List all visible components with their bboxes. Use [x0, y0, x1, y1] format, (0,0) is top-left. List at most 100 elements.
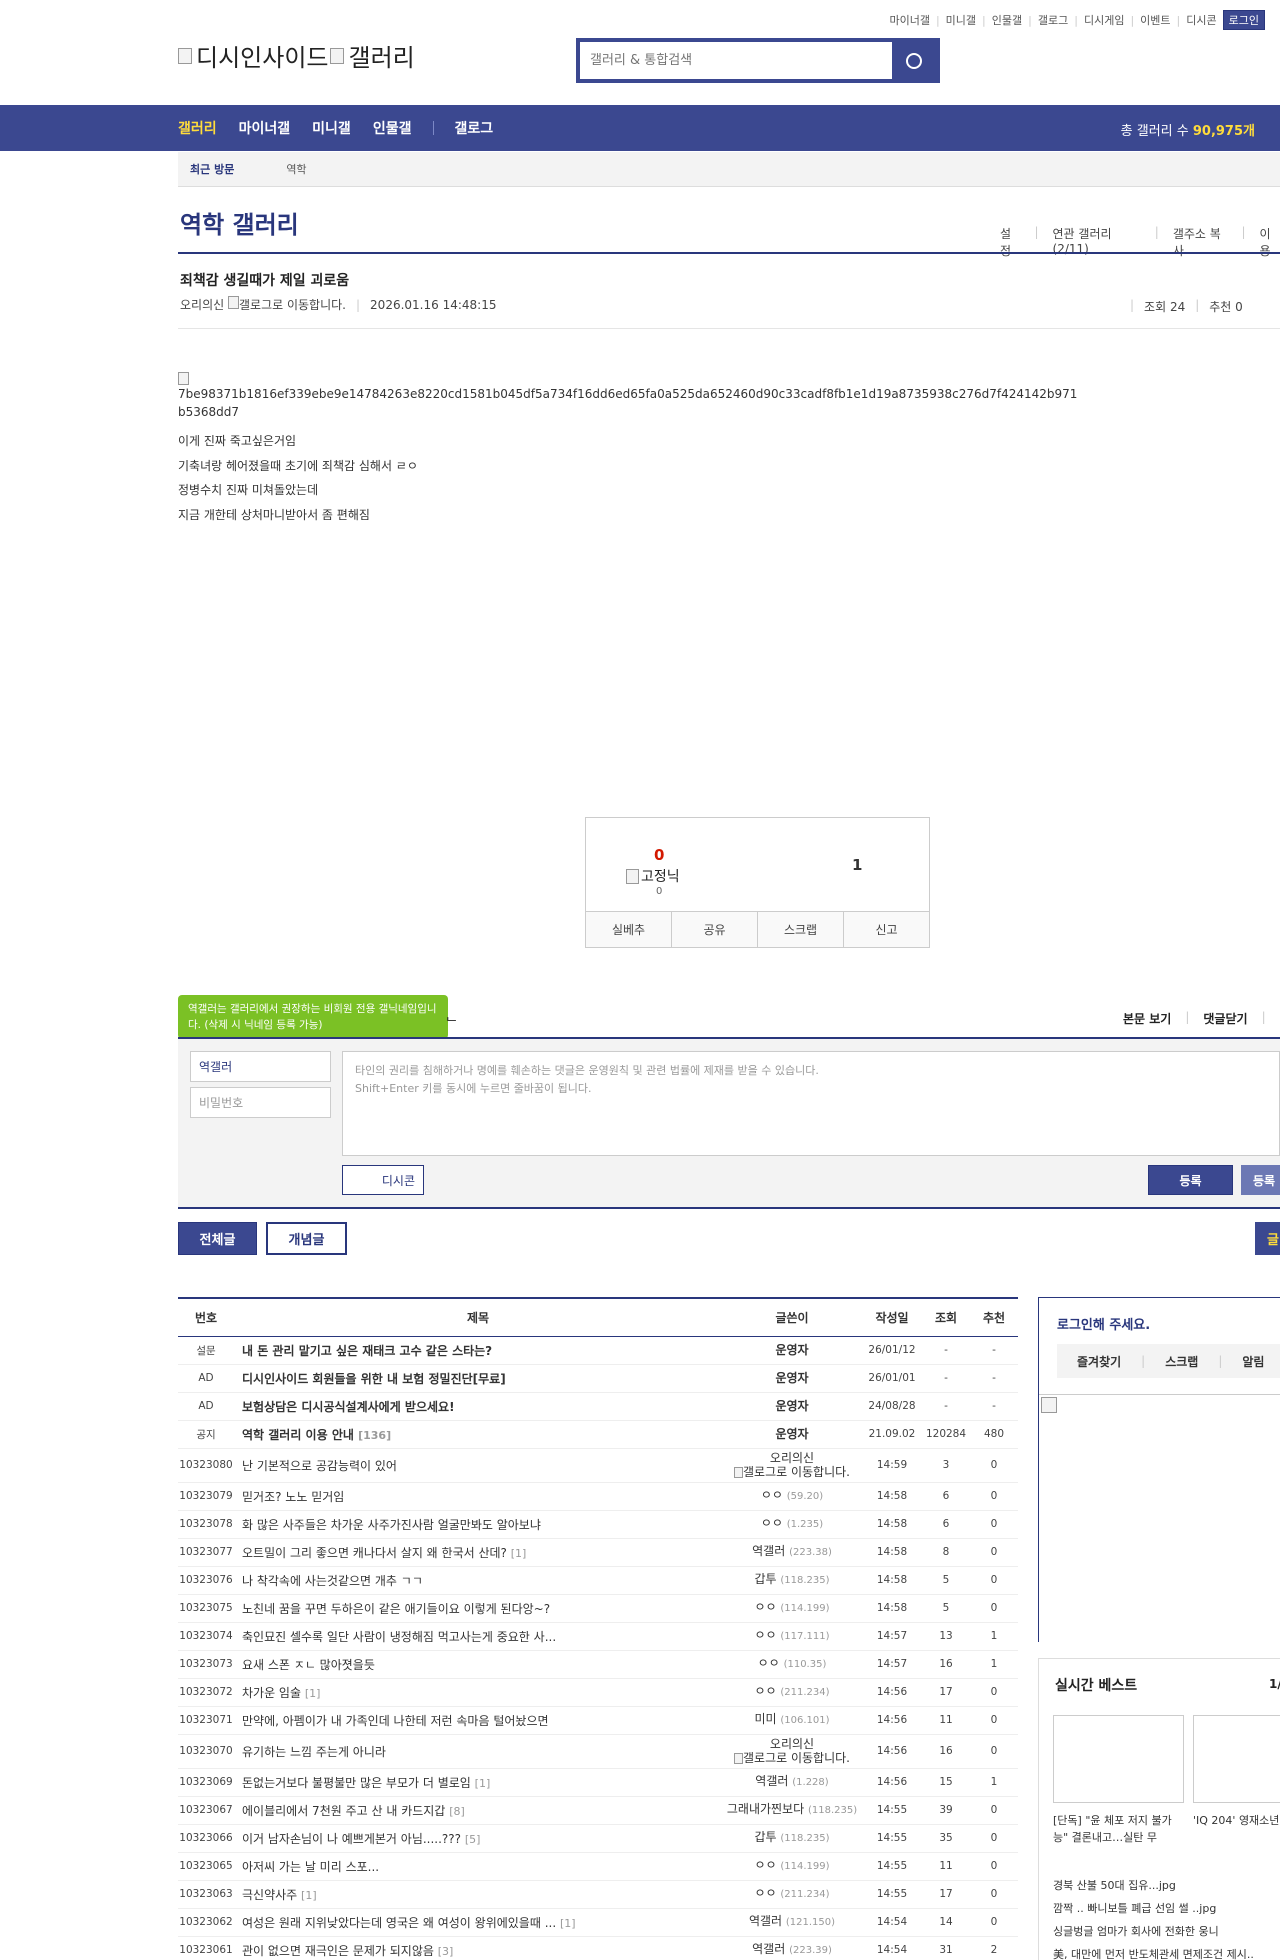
ad-banner[interactable] [1039, 1394, 1280, 1643]
post-subject[interactable]: 노친네 꿈을 꾸면 두하은이 같은 애기들이요 이렇게 된다앙~? [234, 1594, 722, 1623]
post-subject[interactable]: 요새 스폰 ㅈㄴ 많아졋을듯 [234, 1650, 722, 1679]
nav-mini[interactable]: 미니갤 [312, 118, 351, 138]
post-subject[interactable]: 믿거조? 노노 믿거임 [234, 1482, 722, 1511]
password-field[interactable]: 비밀번호 [190, 1087, 331, 1118]
post-subject[interactable]: 차가운 임술 [1] [234, 1678, 722, 1707]
post-image[interactable]: 7be98371b1816ef339ebe9e14784263e8220cd15… [178, 372, 1078, 421]
post-subject[interactable]: 난 기본적으로 공감능력이 있어 [234, 1448, 722, 1483]
scrap-button[interactable]: 스크랩 [758, 912, 844, 947]
search-button[interactable] [892, 42, 936, 79]
top-link-person[interactable]: 인물갤 [992, 12, 1022, 28]
nickname-field[interactable]: 역갤러 [190, 1051, 331, 1082]
register-with-dccon-button[interactable]: 등록 [1241, 1165, 1280, 1195]
post-subject[interactable]: 여성은 원래 지위낮았다는데 영국은 왜 여성이 왕위에있을때 ... [1] [234, 1908, 722, 1937]
post-writer[interactable]: 오리의신 갤로그로 이동합니다. [722, 1734, 862, 1769]
dccon-button[interactable]: 디시콘 [342, 1165, 424, 1195]
post-writer[interactable]: ㅇㅇ (59.20) [722, 1482, 862, 1511]
login-button[interactable]: 로그인 [1222, 10, 1265, 30]
best-list-item[interactable]: 경북 산불 50대 집유...jpg [1053, 1877, 1280, 1893]
table-row[interactable]: 10323078 화 많은 사주들은 차가운 사주가진사람 얼굴만봐도 알아보냐 ㅇ… [178, 1510, 1018, 1539]
post-writer[interactable]: 역갤러 (121.150) [722, 1908, 862, 1937]
post-subject[interactable]: 아저씨 가는 날 미리 스포... [234, 1852, 722, 1881]
tab-all-posts[interactable]: 전체글 [178, 1222, 257, 1255]
nav-person[interactable]: 인물갤 [373, 118, 412, 138]
post-writer[interactable]: 운영자 [722, 1364, 862, 1393]
table-row[interactable]: 10323073 요새 스폰 ㅈㄴ 많아졋을듯 ㅇㅇ (110.35) 14:57 16… [178, 1650, 1018, 1679]
post-writer[interactable]: ㅇㅇ (114.199) [722, 1594, 862, 1623]
reply-count[interactable]: [1] [305, 1687, 321, 1700]
write-button[interactable]: 글 [1255, 1222, 1280, 1255]
reply-count[interactable]: [3] [438, 1945, 454, 1958]
reply-count[interactable]: [5] [465, 1833, 481, 1846]
table-row[interactable]: 10323062 여성은 원래 지위낮았다는데 영국은 왜 여성이 왕위에있을때 … [178, 1908, 1018, 1937]
post-writer[interactable]: 운영자 [722, 1336, 862, 1365]
post-subject[interactable]: 관이 없으면 재극인은 문제가 되지않음 [3] [234, 1936, 722, 1960]
table-row[interactable]: 10323077 오트밀이 그리 좋으면 캐나다서 살지 왜 한국서 산데? [1… [178, 1538, 1018, 1567]
favorites-link[interactable]: 즐겨찾기 [1057, 1353, 1141, 1370]
recent-visit-label[interactable]: 최근 방문 [178, 161, 246, 177]
top-link-dccon[interactable]: 디시콘 [1186, 12, 1216, 28]
table-row[interactable]: 10323066 이거 남자손님이 나 예쁘게본거 아님.....??? [5] 갑… [178, 1824, 1018, 1853]
table-row[interactable]: 10323061 관이 없으면 재극인은 문제가 되지않음 [3] 역갤러 (223… [178, 1936, 1018, 1960]
recent-visit-item[interactable]: 역학 [246, 161, 306, 177]
nav-minor[interactable]: 마이너갤 [239, 118, 291, 138]
post-subject[interactable]: 에이블리에서 7천원 주고 산 내 카드지갑 [8] [234, 1796, 722, 1825]
top-link-minor[interactable]: 마이너갤 [889, 12, 929, 28]
reply-count[interactable]: [1] [475, 1777, 491, 1790]
post-subject[interactable]: 보험상담은 디시공식설계사에게 받으세요! [234, 1392, 722, 1421]
table-row[interactable]: 설문 내 돈 관리 맡기고 싶은 재태크 고수 같은 스타는? 운영자 26/01/1… [178, 1336, 1018, 1365]
post-subject[interactable]: 오트밀이 그리 좋으면 캐나다서 살지 왜 한국서 산데? [1] [234, 1538, 722, 1567]
report-button[interactable]: 신고 [844, 912, 929, 947]
top-link-mini[interactable]: 미니갤 [946, 12, 976, 28]
recommend-down-count[interactable]: 1 [852, 856, 862, 874]
table-row[interactable]: 공지 역학 갤러리 이용 안내 [136] 운영자 21.09.02 120284 480 [178, 1420, 1018, 1449]
post-subject[interactable]: 내 돈 관리 맡기고 싶은 재태크 고수 같은 스타는? [234, 1336, 722, 1365]
comment-textarea[interactable]: 타인의 권리를 침해하거나 명예를 훼손하는 댓글은 운영원칙 및 관련 법률에… [342, 1051, 1280, 1156]
post-subject[interactable]: 역학 갤러리 이용 안내 [136] [234, 1420, 722, 1449]
best-list-item[interactable]: 美, 대만에 먼저 반도체관세 면제조건 제시.. [1053, 1946, 1280, 1960]
close-comments-link[interactable]: 댓글닫기 [1203, 1010, 1247, 1027]
post-subject[interactable]: 화 많은 사주들은 차가운 사주가진사람 얼굴만봐도 알아보냐 [234, 1510, 722, 1539]
best-thumbnail[interactable] [1053, 1715, 1184, 1803]
post-writer[interactable]: 미미 (106.101) [722, 1706, 862, 1735]
post-writer[interactable]: 역갤러 (223.39) [722, 1936, 862, 1960]
gallery-title[interactable]: 역학 갤러리 [180, 205, 299, 240]
table-row[interactable]: 10323075 노친네 꿈을 꾸면 두하은이 같은 애기들이요 이렇게 된다앙~… [178, 1594, 1018, 1623]
table-row[interactable]: 10323071 만약에, 아펨이가 내 가족인데 나한테 저런 속마음 털어놨으… [178, 1706, 1018, 1735]
post-writer[interactable]: ㅇㅇ (110.35) [722, 1650, 862, 1679]
table-row[interactable]: 10323072 차가운 임술 [1] ㅇㅇ (211.234) 14:56 17 0 [178, 1678, 1018, 1707]
scrap-link[interactable]: 스크랩 [1145, 1353, 1218, 1370]
post-writer[interactable]: ㅇㅇ (211.234) [722, 1880, 862, 1909]
table-row[interactable]: 10323065 아저씨 가는 날 미리 스포... ㅇㅇ (114.199) 14:… [178, 1852, 1018, 1881]
post-author[interactable]: 오리의신 갤로그로 이동합니다. [180, 296, 346, 313]
table-row[interactable]: AD 디시인사이드 회원들을 위한 내 보험 정밀진단[무료] 운영자 26/01/0… [178, 1364, 1018, 1393]
post-subject[interactable]: 돈없는거보다 불평불만 많은 부모가 더 별로임 [1] [234, 1768, 722, 1797]
best-caption[interactable]: 'IQ 204' 영재소년 "주저앉아 울었다 [1193, 1812, 1280, 1829]
best-caption[interactable]: [단독] "윤 체포 저지 불가능" 결론내고…실탄 무 [1053, 1812, 1184, 1846]
post-subject[interactable]: 이거 남자손님이 나 예쁘게본거 아님.....??? [5] [234, 1824, 722, 1853]
post-writer[interactable]: ㅇㅇ (1.235) [722, 1510, 862, 1539]
top-link-gallog[interactable]: 갤로그 [1038, 12, 1068, 28]
reply-count[interactable]: [8] [449, 1805, 465, 1818]
top-link-event[interactable]: 이벤트 [1140, 12, 1170, 28]
post-writer[interactable]: 그래내가찐보다 (118.235) [722, 1796, 862, 1825]
table-row[interactable]: 10323076 나 착각속에 사는것같으면 개추 ㄱㄱ 갑투 (118.235) 1… [178, 1566, 1018, 1595]
table-row[interactable]: 10323070 유기하는 느낌 주는게 아니라 오리의신 갤로그로 이동합니다. 14… [178, 1734, 1018, 1769]
table-row[interactable]: AD 보험상담은 디시공식설계사에게 받으세요! 운영자 24/08/28- - [178, 1392, 1018, 1421]
best-list-item[interactable]: 싱글벙글 엄마가 회사에 전화한 웅니 [1053, 1923, 1280, 1939]
post-writer[interactable]: 역갤러 (223.38) [722, 1538, 862, 1567]
reply-count[interactable]: [136] [358, 1429, 391, 1442]
table-row[interactable]: 10323079 믿거조? 노노 믿거임 ㅇㅇ (59.20) 14:58 6 0 [178, 1482, 1018, 1511]
search-input[interactable] [580, 42, 892, 79]
share-button[interactable]: 공유 [672, 912, 758, 947]
nav-gallog[interactable]: 갤로그 [454, 118, 493, 138]
best-recommend-button[interactable]: 실베추 [586, 912, 672, 947]
post-writer[interactable]: ㅇㅇ (117.111) [722, 1622, 862, 1651]
notification-link[interactable]: 알림 [1222, 1353, 1280, 1370]
tab-concept-posts[interactable]: 개념글 [266, 1222, 347, 1255]
post-writer[interactable]: ㅇㅇ (114.199) [722, 1852, 862, 1881]
logo[interactable]: 디시인사이드 갤러리 [178, 38, 415, 73]
table-row[interactable]: 10323063 극신약사주 [1] ㅇㅇ (211.234) 14:55 17 0 [178, 1880, 1018, 1909]
reply-count[interactable]: [1] [560, 1917, 576, 1930]
table-row[interactable]: 10323067 에이블리에서 7천원 주고 산 내 카드지갑 [8] 그래내가찐보… [178, 1796, 1018, 1825]
